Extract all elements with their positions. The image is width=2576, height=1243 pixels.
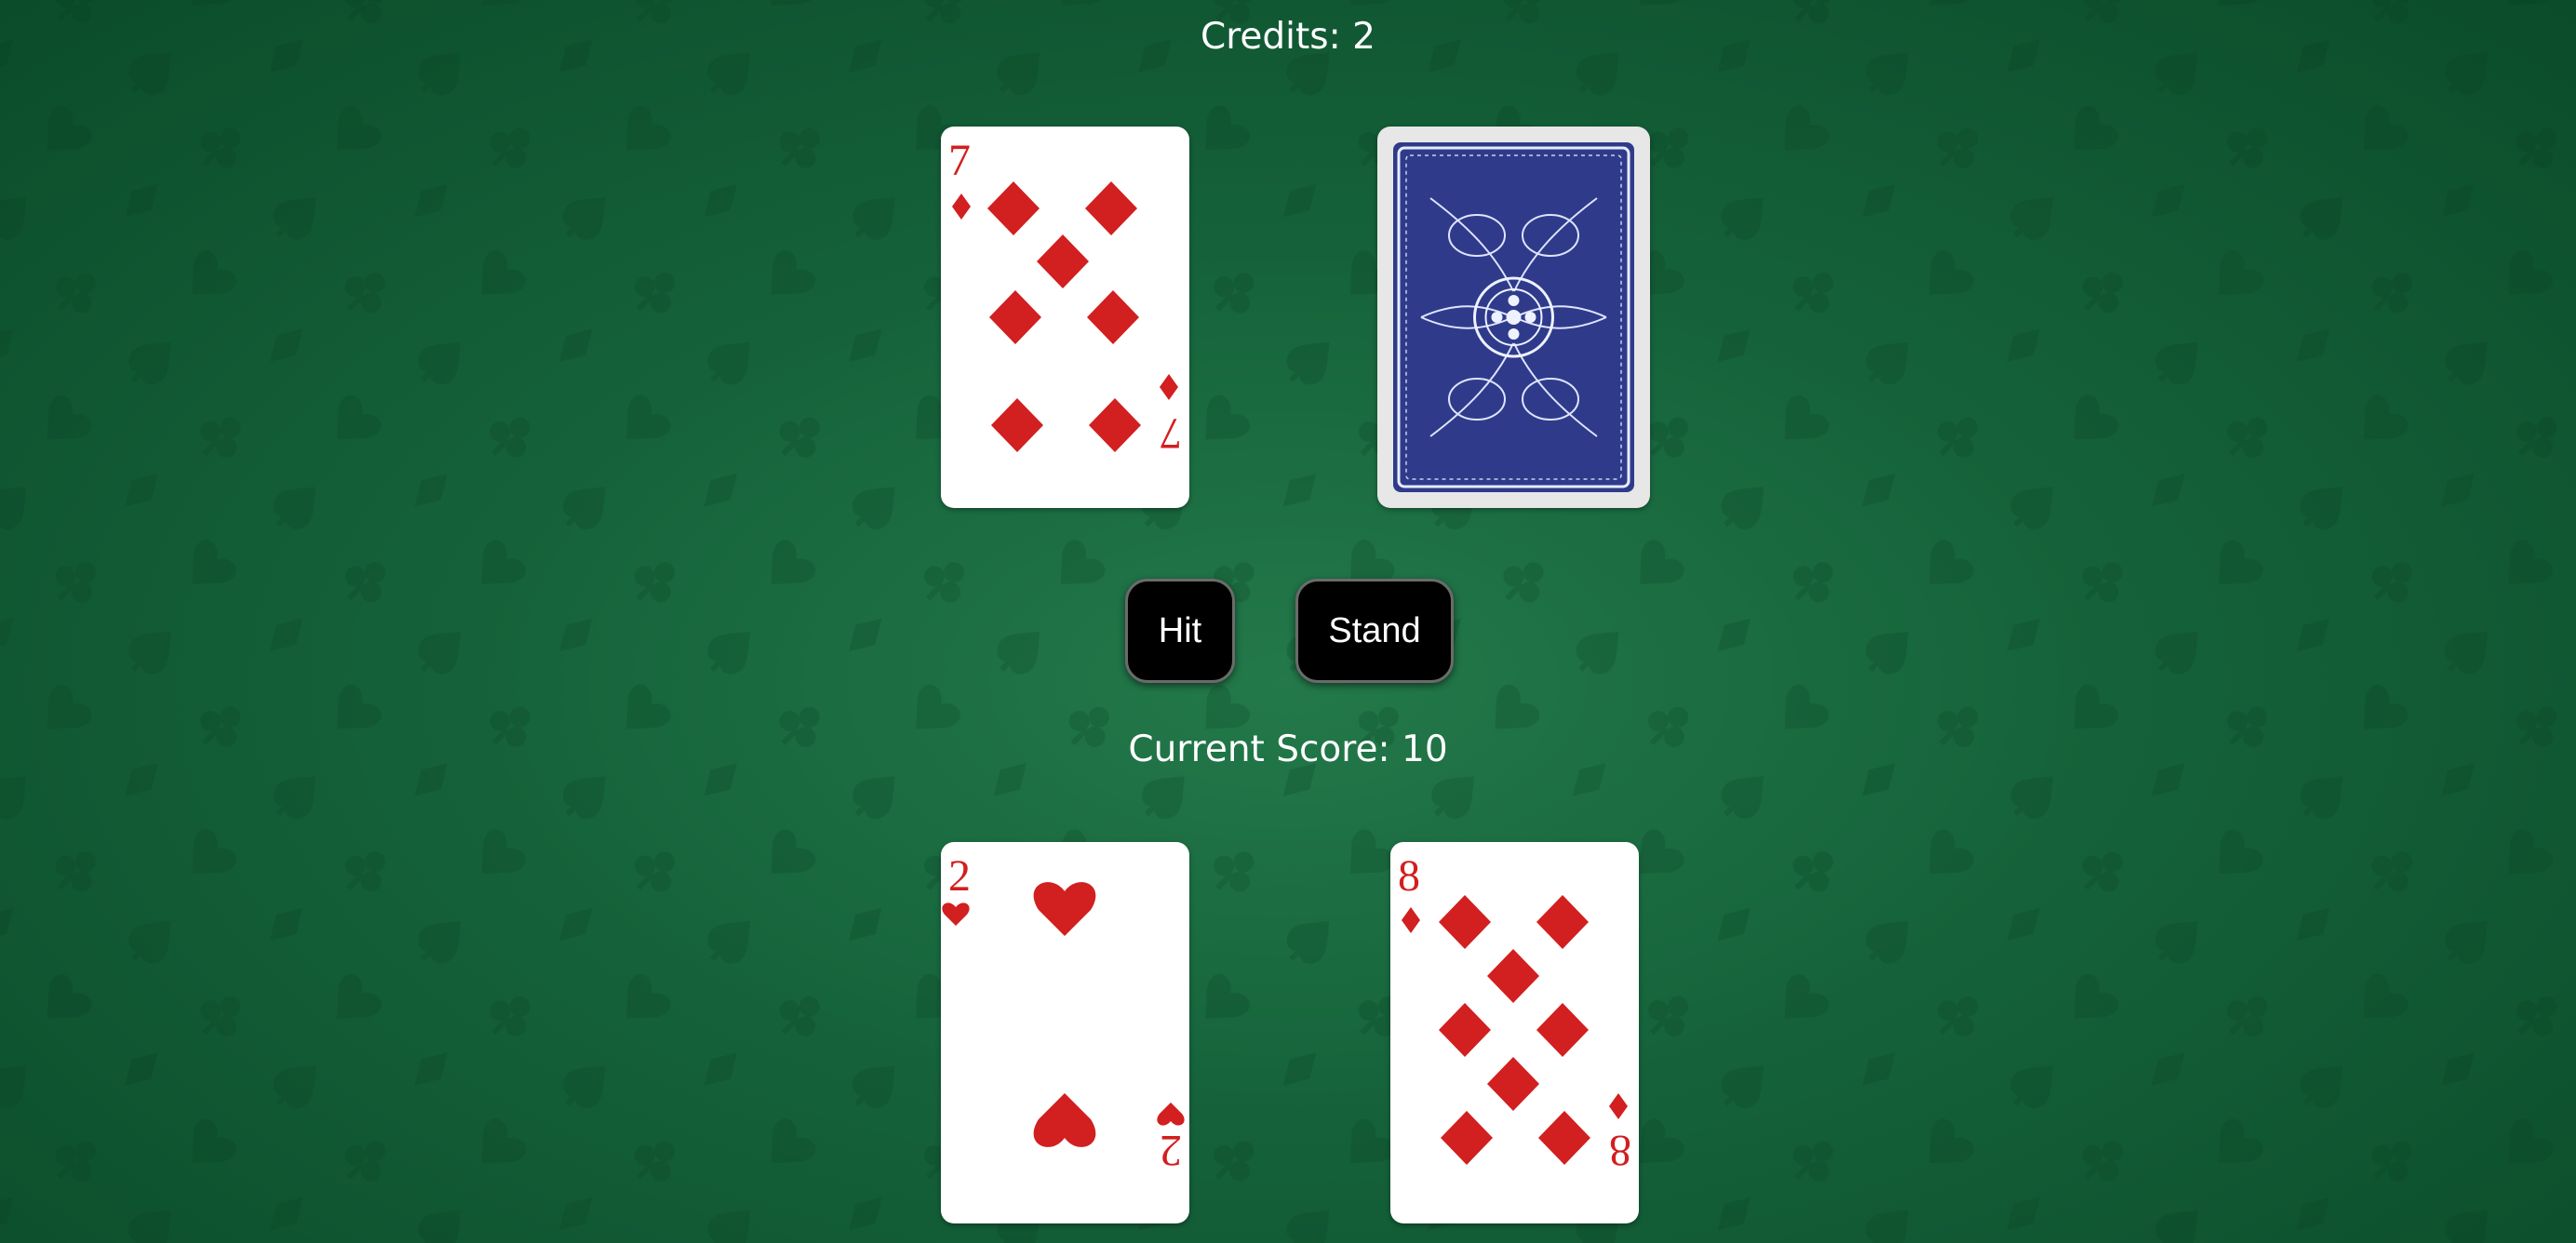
card-rank-top: 8 <box>1398 851 1420 901</box>
current-score: Current Score: 10 <box>1128 728 1448 770</box>
card-rank-bottom: 7 <box>1160 408 1182 458</box>
dealer-card-1: 7 7 <box>941 127 1189 508</box>
card-rank-top: 7 <box>948 136 971 185</box>
card-back-design <box>1393 142 1634 492</box>
stand-button[interactable]: Stand <box>1295 579 1454 683</box>
felt-suit-pattern <box>0 0 2576 1243</box>
dealer-card-2-back <box>1377 127 1650 508</box>
player-card-2: 8 8 <box>1390 842 1639 1223</box>
card-rank-top: 2 <box>948 851 971 901</box>
card-rank-bottom: 8 <box>1609 1126 1631 1175</box>
hit-button[interactable]: Hit <box>1125 579 1235 683</box>
card-rank-bottom: 2 <box>1160 1126 1182 1175</box>
player-card-1: 2 2 <box>941 842 1189 1223</box>
credits-display: Credits: 2 <box>1201 16 1375 58</box>
